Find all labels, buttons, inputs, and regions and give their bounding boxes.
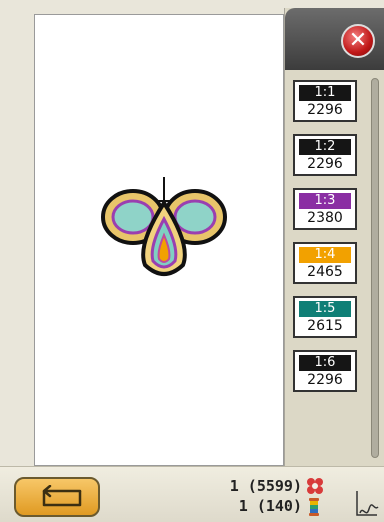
stitch-count: 2615 [307,318,343,334]
stitch-count: 2296 [307,156,343,172]
total-stitch-count: 1 (5599) [229,477,302,495]
panel-header: ✕ [285,8,384,70]
bottom-toolbar: 1 (5599) 1 (140) [0,466,384,522]
close-icon: ✕ [348,28,368,53]
stitch-count: 2380 [307,210,343,226]
stitch-count-icon [307,478,323,494]
hoop-icon[interactable] [354,489,380,519]
thread-spool-icon [309,498,319,516]
stitch-count: 2465 [307,264,343,280]
color-swatch: 1:3 [299,193,351,209]
color-swatch: 1:6 [299,355,351,371]
color-block-6[interactable]: 1:6 2296 [293,350,357,392]
stitch-count: 2296 [307,102,343,118]
color-swatch: 1:4 [299,247,351,263]
stitch-count: 2296 [307,372,343,388]
color-swatch: 1:5 [299,301,351,317]
back-arrow-icon [42,485,82,507]
back-button[interactable] [14,477,100,517]
total-color-count: 1 (140) [238,497,302,515]
color-block-5[interactable]: 1:5 2615 [293,296,357,338]
color-block-1[interactable]: 1:1 2296 [293,80,357,122]
panel-scrollbar[interactable] [371,78,379,458]
color-block-3[interactable]: 1:3 2380 [293,188,357,230]
close-button[interactable]: ✕ [341,24,375,58]
color-block-2[interactable]: 1:2 2296 [293,134,357,176]
color-block-panel: ✕ 1:1 2296 1:2 2296 1:3 2380 1:4 2465 1:… [284,8,384,466]
color-block-4[interactable]: 1:4 2465 [293,242,357,284]
color-swatch: 1:1 [299,85,351,101]
embroidery-canvas[interactable] [34,14,284,466]
color-swatch: 1:2 [299,139,351,155]
embroidery-design[interactable] [99,175,229,285]
